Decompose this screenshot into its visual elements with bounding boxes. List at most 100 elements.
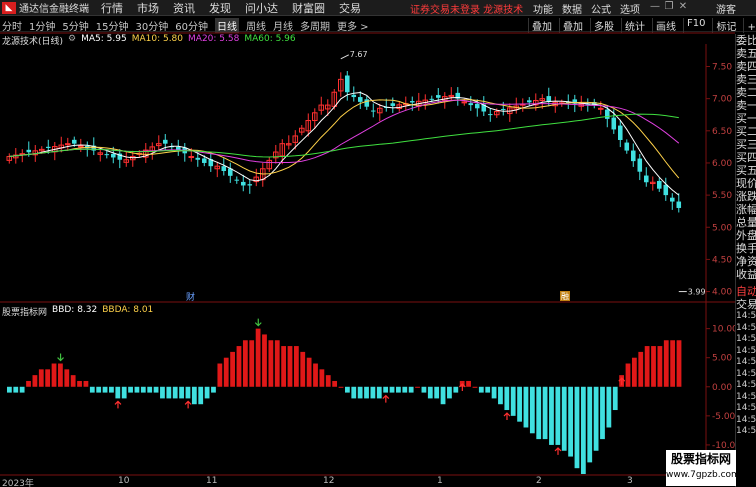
bbd-bar-positive [657, 346, 663, 387]
ind-tick-label: -5.00 [712, 412, 735, 422]
bbd-bar-negative [421, 386, 427, 393]
candle-body-down [475, 103, 480, 109]
bbd-bar-negative [453, 386, 459, 393]
quote-label: 卖三 [736, 73, 756, 86]
bbd-bar-positive [64, 369, 70, 387]
date-label: 12 [323, 476, 335, 486]
bbd-bar-negative [561, 386, 567, 451]
watermark-logo: 股票指标网 www.7gpzb.com [666, 450, 740, 486]
candle-body-up [461, 101, 468, 104]
chart-grid [0, 32, 735, 476]
ma5-line [9, 91, 680, 196]
bbd-bar-positive [676, 340, 682, 387]
bbd-bar-positive [242, 340, 248, 387]
bbd-bar-negative [434, 386, 440, 399]
bbd-bar-negative [89, 386, 95, 393]
trade-time: 14:56 [736, 357, 756, 367]
bbd-bar-positive [58, 363, 63, 387]
sell-arrow-icon [254, 318, 262, 327]
bbd-bar-negative [510, 386, 516, 416]
candle-body-up [65, 143, 71, 146]
date-label: 11 [206, 476, 218, 486]
bbd-bar-positive [472, 386, 478, 388]
candle-body-down [488, 114, 493, 116]
candle-body-down [351, 94, 357, 98]
quote-label: 收益 [736, 268, 756, 281]
quote-label: 涨跌 [736, 190, 756, 203]
bbd-bar-negative [498, 386, 503, 405]
bbd-bar-negative [345, 386, 350, 393]
bbd-bar-negative [408, 386, 414, 393]
bbd-bar-negative [574, 386, 580, 469]
quote-label: 涨幅 [736, 203, 756, 216]
candle-body-down [429, 98, 435, 100]
trade-times: 14:5514:5614:5614:5614:5614:5614:5614:56… [736, 311, 756, 438]
bbd-bar-positive [70, 375, 76, 387]
candle-body-down [670, 197, 675, 202]
bbd-bar-positive [625, 363, 631, 387]
buy-arrow-icon [184, 400, 192, 409]
bbd-bar-negative [600, 386, 605, 440]
price-tick-label: 5.50 [712, 191, 732, 201]
bbd-bar-positive [638, 351, 644, 387]
bbd-bar-negative [370, 386, 376, 399]
bbd-bar-positive [268, 340, 274, 387]
chart-area[interactable]: 7.50 7.00 6.50 6.00 5.50 5.00 4.50 4.00 10.00 5.… [0, 0, 735, 476]
candle-body-down [468, 103, 474, 106]
bbd-bar-negative [140, 386, 146, 393]
bbd-bar-positive [223, 357, 229, 387]
bbd-bar-negative [427, 386, 433, 399]
candle-body-down [234, 179, 240, 181]
quote-label: 委比 [736, 34, 756, 47]
ind-tick-label: 0.00 [712, 383, 732, 393]
quote-label: 卖一 [736, 99, 756, 112]
bbd-bar-positive [281, 346, 287, 387]
candle-body-down [111, 153, 116, 158]
candle-body-down [26, 149, 32, 153]
price-tick-label: 4.00 [712, 288, 732, 298]
quote-label: 净资 [736, 255, 756, 268]
chart-annotations: 7.67 3.99 财 融 [186, 50, 706, 303]
trade-time: 14:56 [736, 414, 756, 425]
indicator-bars [7, 318, 682, 474]
trade-time: 14:56 [736, 345, 756, 356]
indicator-axis: 10.005.000.00-5.00-10.00 [706, 325, 735, 451]
bbd-bar-positive [77, 380, 82, 387]
quote-side-panel: 委比 卖五 卖四 卖三 卖二 卖一 买一 买二 买三 买四 买五 现价 涨跌 涨幅 总量 外盘 换手 净资 收益 自… [735, 34, 756, 487]
candle-body-down [624, 142, 630, 151]
price-tick-label: 4.50 [712, 255, 732, 265]
date-label: 2023年 [2, 479, 34, 487]
price-tick-label: 6.00 [712, 159, 732, 169]
trade-time: 14:56 [736, 426, 756, 436]
auto-label[interactable]: 自动 [736, 285, 756, 298]
bbd-bar-positive [644, 346, 650, 387]
bbd-bar-positive [262, 334, 267, 387]
date-label: 3 [627, 476, 633, 486]
bbd-bar-negative [191, 386, 197, 405]
trade-time: 14:55 [736, 311, 756, 321]
quote-label: 卖四 [736, 60, 756, 73]
date-label: 10 [118, 476, 130, 486]
candle-body-down [657, 180, 662, 189]
bbd-bar-negative [198, 386, 204, 405]
moving-average-lines [9, 91, 680, 196]
bbd-bar-negative [96, 386, 102, 393]
low-label: 3.99 [688, 288, 706, 297]
bbd-bar-negative [19, 386, 25, 393]
bbd-bar-positive [255, 328, 261, 387]
candle-body-down [247, 184, 253, 186]
bbd-bar-positive [45, 369, 51, 387]
tool-add-watchlist[interactable]: +自选 [743, 18, 756, 33]
bbd-bar-positive [38, 369, 44, 387]
candle-body-down [345, 75, 350, 93]
ind-tick-label: 5.00 [712, 354, 732, 364]
bbd-bar-negative [606, 386, 612, 428]
candlestick-series [6, 71, 682, 213]
bbd-bar-negative [440, 386, 446, 405]
bbd-bar-negative [491, 386, 497, 399]
trade-time: 14:56 [736, 334, 756, 344]
bbd-bar-negative [542, 386, 548, 440]
bbd-bar-negative [447, 386, 452, 399]
candle-body-up [598, 107, 604, 110]
bbd-bar-positive [83, 380, 89, 387]
